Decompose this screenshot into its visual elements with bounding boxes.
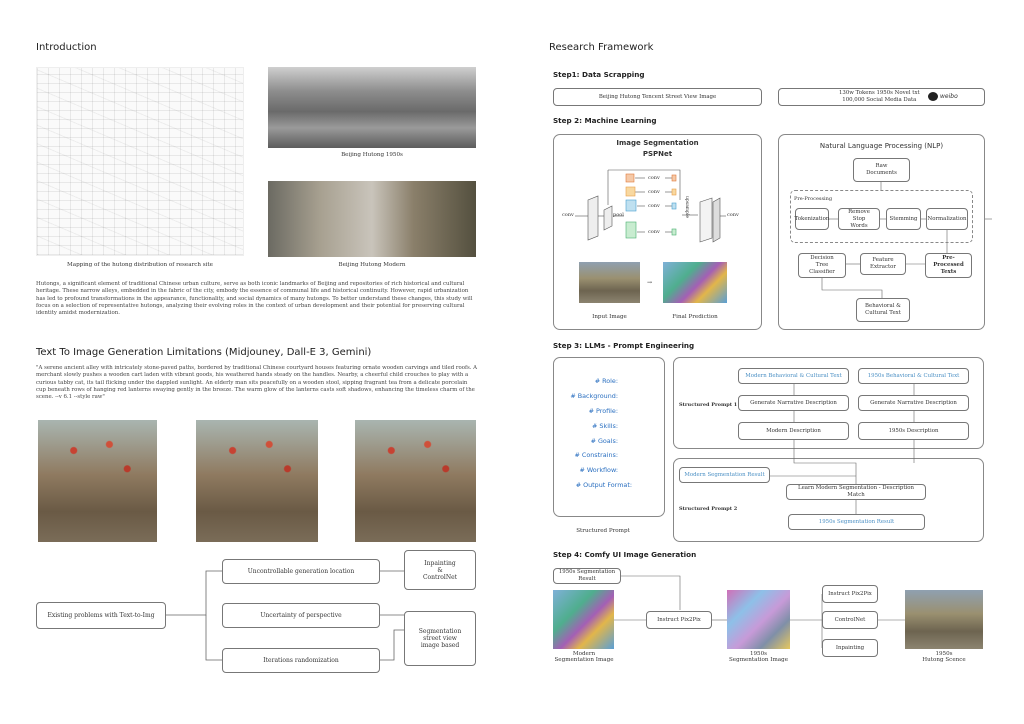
inpainting-box: Inpainting bbox=[822, 639, 878, 657]
seg-1950-image bbox=[727, 590, 790, 649]
modern-seg-image bbox=[553, 590, 614, 649]
modern-seg-caption: Modern Segmentation Image bbox=[554, 651, 614, 663]
hutong-scene-image bbox=[905, 590, 983, 649]
seg-result-1950b-box: 1950s Segmentation Result bbox=[553, 568, 621, 584]
instruct-p2p2-box: Instruct Pix2Pix bbox=[822, 585, 878, 603]
seg-1950-caption: 1950s Segmentation Image bbox=[728, 651, 789, 663]
controlnet-box: ControlNet bbox=[822, 611, 878, 629]
hutong-scene-caption: 1950s Hutong Scence bbox=[922, 651, 966, 663]
instruct-p2p-box: Instruct Pix2Pix bbox=[646, 611, 712, 629]
